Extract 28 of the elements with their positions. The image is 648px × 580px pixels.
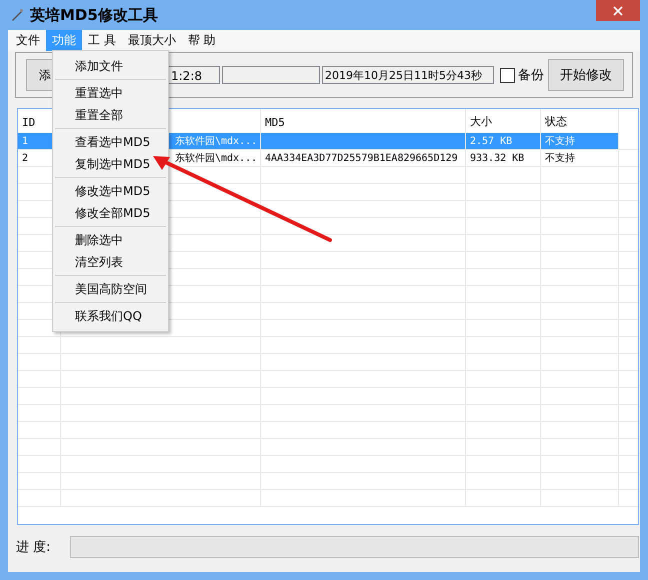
start-button[interactable]: 开始修改 — [548, 59, 624, 91]
menu-item[interactable]: 文件 — [10, 30, 46, 50]
date-field: 2019年10月25日11时5分43秒 — [322, 66, 494, 84]
table-cell: 2.57 KB — [466, 133, 541, 149]
window-title: 英培MD5修改工具 — [30, 6, 158, 24]
menu-item[interactable]: 重置选中 — [75, 82, 125, 104]
checkbox-label: 备份 — [518, 67, 544, 84]
menu-item[interactable]: 美国高防空间 — [75, 278, 149, 300]
close-icon — [613, 6, 623, 16]
table-cell: 4AA334EA3D77D25579B1EA829665D129 — [261, 150, 466, 166]
menu-item[interactable]: 修改全部MD5 — [75, 202, 152, 224]
progress-label: 进 度: — [16, 539, 52, 556]
menu-item[interactable]: 修改选中MD5 — [75, 180, 152, 202]
menu-item[interactable]: 清空列表 — [75, 251, 125, 273]
menu-item[interactable]: 最顶大小 — [122, 30, 182, 50]
menu-item[interactable]: 联系我们QQ — [75, 305, 144, 327]
table-cell: 不支持 — [541, 133, 619, 149]
menu-item[interactable]: 添加文件 — [75, 55, 125, 77]
menu-item[interactable]: 删除选中 — [75, 229, 125, 251]
menu-item[interactable]: 帮 助 — [182, 30, 222, 50]
backup-checkbox[interactable] — [500, 68, 515, 82]
time-field: 1:2:8 — [168, 66, 220, 84]
pen-icon — [10, 8, 24, 22]
menu-item[interactable]: 工 具 — [82, 30, 122, 50]
menu-item[interactable]: 重置全部 — [75, 104, 125, 126]
close-button[interactable] — [596, 0, 640, 21]
table-cell: 933.32 KB — [466, 150, 541, 166]
table-cell: 不支持 — [541, 150, 619, 166]
